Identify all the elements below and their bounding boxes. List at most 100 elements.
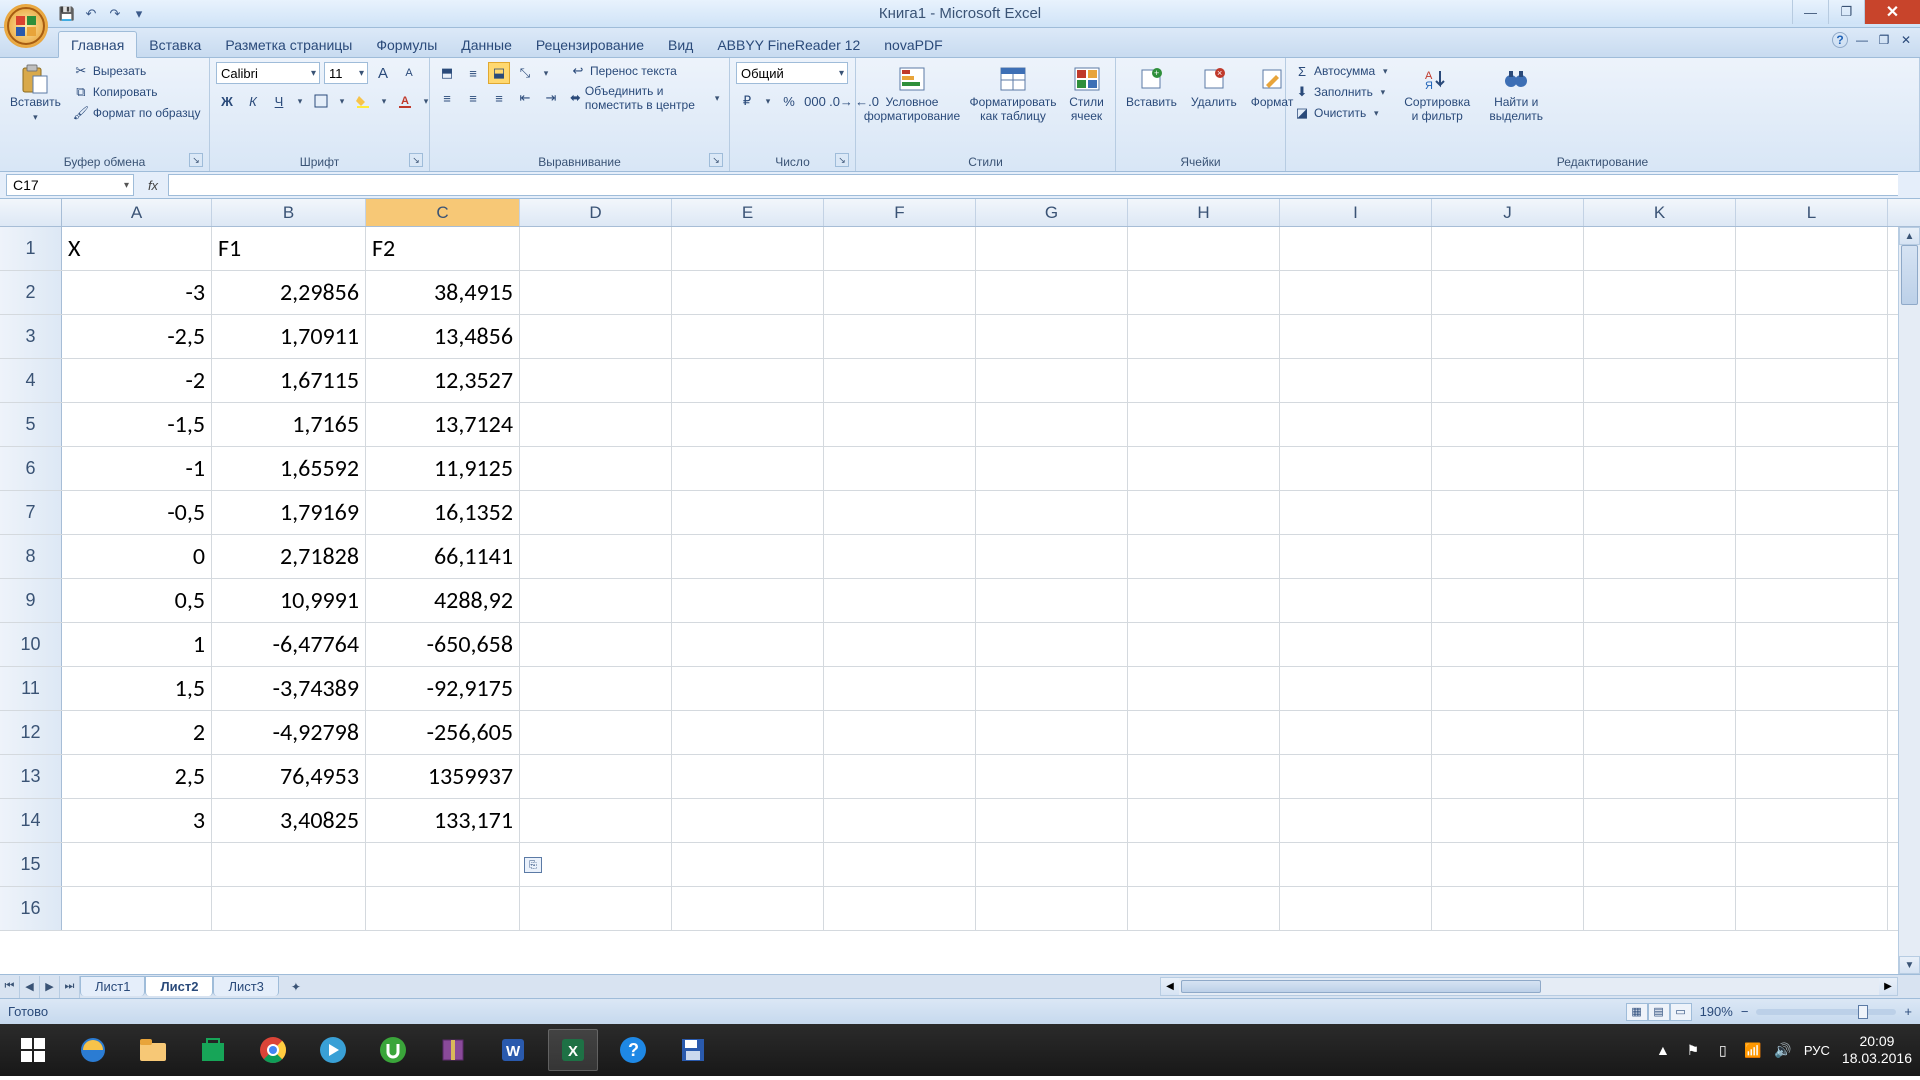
taskbar-save-icon[interactable]	[668, 1029, 718, 1071]
cell[interactable]: 1,70911	[212, 315, 366, 358]
cell[interactable]	[1736, 887, 1888, 930]
row-header[interactable]: 3	[0, 315, 62, 358]
taskbar-excel-icon[interactable]: X	[548, 1029, 598, 1071]
currency-dropdown-icon[interactable]: ▾	[762, 96, 774, 107]
tab-review[interactable]: Рецензирование	[524, 32, 656, 57]
cell[interactable]	[520, 667, 672, 710]
cell[interactable]	[824, 227, 976, 270]
cell[interactable]	[1280, 579, 1432, 622]
column-header-I[interactable]: I	[1280, 199, 1432, 226]
paste-button[interactable]: Вставить ▾	[6, 62, 65, 124]
scroll-right-icon[interactable]: ▶	[1879, 978, 1897, 995]
cell[interactable]	[1432, 843, 1584, 886]
number-launcher-icon[interactable]: ↘	[835, 153, 849, 167]
qat-redo-icon[interactable]: ↷	[106, 5, 124, 23]
cell[interactable]	[672, 227, 824, 270]
cell[interactable]	[520, 755, 672, 798]
tab-abbyy[interactable]: ABBYY FineReader 12	[705, 32, 872, 57]
cell[interactable]	[1584, 755, 1736, 798]
column-header-G[interactable]: G	[976, 199, 1128, 226]
cell[interactable]	[976, 755, 1128, 798]
row-header[interactable]: 16	[0, 887, 62, 930]
cell[interactable]	[1128, 227, 1280, 270]
row-header[interactable]: 8	[0, 535, 62, 578]
tray-flag-icon[interactable]: ⚑	[1684, 1041, 1702, 1059]
cell[interactable]	[1280, 315, 1432, 358]
cell[interactable]: -3	[62, 271, 212, 314]
cell[interactable]	[824, 447, 976, 490]
cell[interactable]	[976, 711, 1128, 754]
cell[interactable]	[1432, 667, 1584, 710]
cell[interactable]: 2,71828	[212, 535, 366, 578]
cell[interactable]	[672, 843, 824, 886]
fx-icon[interactable]: fx	[144, 176, 162, 194]
cell[interactable]	[1584, 227, 1736, 270]
cell[interactable]	[976, 447, 1128, 490]
minimize-button[interactable]: —	[1792, 0, 1828, 24]
sheet-tab-1[interactable]: Лист1	[80, 976, 145, 996]
cell[interactable]	[976, 359, 1128, 402]
tray-show-hidden-icon[interactable]: ▲	[1654, 1041, 1672, 1059]
cell[interactable]	[520, 623, 672, 666]
cell[interactable]	[672, 579, 824, 622]
taskbar-media-icon[interactable]	[308, 1029, 358, 1071]
cell[interactable]	[824, 579, 976, 622]
sheet-prev-icon[interactable]: ◀	[20, 976, 40, 998]
conditional-format-button[interactable]: Условное форматирование	[862, 62, 962, 126]
cell[interactable]: 4288,92	[366, 579, 520, 622]
cell[interactable]	[1584, 535, 1736, 578]
row-header[interactable]: 10	[0, 623, 62, 666]
taskbar-chrome-icon[interactable]	[248, 1029, 298, 1071]
cell[interactable]	[976, 535, 1128, 578]
taskbar-ie-icon[interactable]	[68, 1029, 118, 1071]
taskbar-store-icon[interactable]	[188, 1029, 238, 1071]
font-size-combo[interactable]: 11	[324, 62, 368, 84]
cell[interactable]	[1128, 579, 1280, 622]
cell[interactable]	[824, 315, 976, 358]
font-launcher-icon[interactable]: ↘	[409, 153, 423, 167]
cell[interactable]	[1432, 579, 1584, 622]
cell[interactable]: 38,4915	[366, 271, 520, 314]
cell[interactable]	[1128, 403, 1280, 446]
cell[interactable]: -2	[62, 359, 212, 402]
cell[interactable]: -2,5	[62, 315, 212, 358]
cell[interactable]	[1128, 755, 1280, 798]
cell[interactable]: F2	[366, 227, 520, 270]
align-launcher-icon[interactable]: ↘	[709, 153, 723, 167]
cell[interactable]	[1432, 755, 1584, 798]
cell[interactable]: 1,5	[62, 667, 212, 710]
cell[interactable]	[1736, 491, 1888, 534]
maximize-button[interactable]: ❐	[1828, 0, 1864, 24]
cell[interactable]	[824, 359, 976, 402]
mdi-minimize-icon[interactable]: —	[1854, 32, 1870, 48]
cell[interactable]	[824, 799, 976, 842]
cell[interactable]	[212, 843, 366, 886]
scroll-up-icon[interactable]: ▲	[1899, 227, 1920, 245]
mdi-close-icon[interactable]: ✕	[1898, 32, 1914, 48]
cell[interactable]	[1280, 623, 1432, 666]
tray-action-center-icon[interactable]: ▯	[1714, 1041, 1732, 1059]
hscroll-thumb[interactable]	[1181, 980, 1541, 993]
cell[interactable]	[1432, 315, 1584, 358]
cell[interactable]	[1584, 447, 1736, 490]
tray-language[interactable]: РУС	[1804, 1043, 1830, 1058]
cell[interactable]	[672, 271, 824, 314]
taskbar-utorrent-icon[interactable]	[368, 1029, 418, 1071]
view-page-break-icon[interactable]: ▭	[1670, 1003, 1692, 1021]
cell[interactable]	[1280, 755, 1432, 798]
tab-formulas[interactable]: Формулы	[364, 32, 449, 57]
cell[interactable]	[976, 491, 1128, 534]
cell[interactable]	[1432, 271, 1584, 314]
cell[interactable]: 0,5	[62, 579, 212, 622]
align-bottom-icon[interactable]: ⬓	[488, 62, 510, 84]
cell[interactable]	[1128, 535, 1280, 578]
view-page-layout-icon[interactable]: ▤	[1648, 1003, 1670, 1021]
cell[interactable]: -92,9175	[366, 667, 520, 710]
cell[interactable]: 13,7124	[366, 403, 520, 446]
cell[interactable]	[1736, 755, 1888, 798]
row-header[interactable]: 5	[0, 403, 62, 446]
qat-customize-icon[interactable]: ▾	[130, 5, 148, 23]
row-header[interactable]: 4	[0, 359, 62, 402]
zoom-level[interactable]: 190%	[1700, 1004, 1733, 1019]
sheet-tab-3[interactable]: Лист3	[213, 976, 278, 996]
